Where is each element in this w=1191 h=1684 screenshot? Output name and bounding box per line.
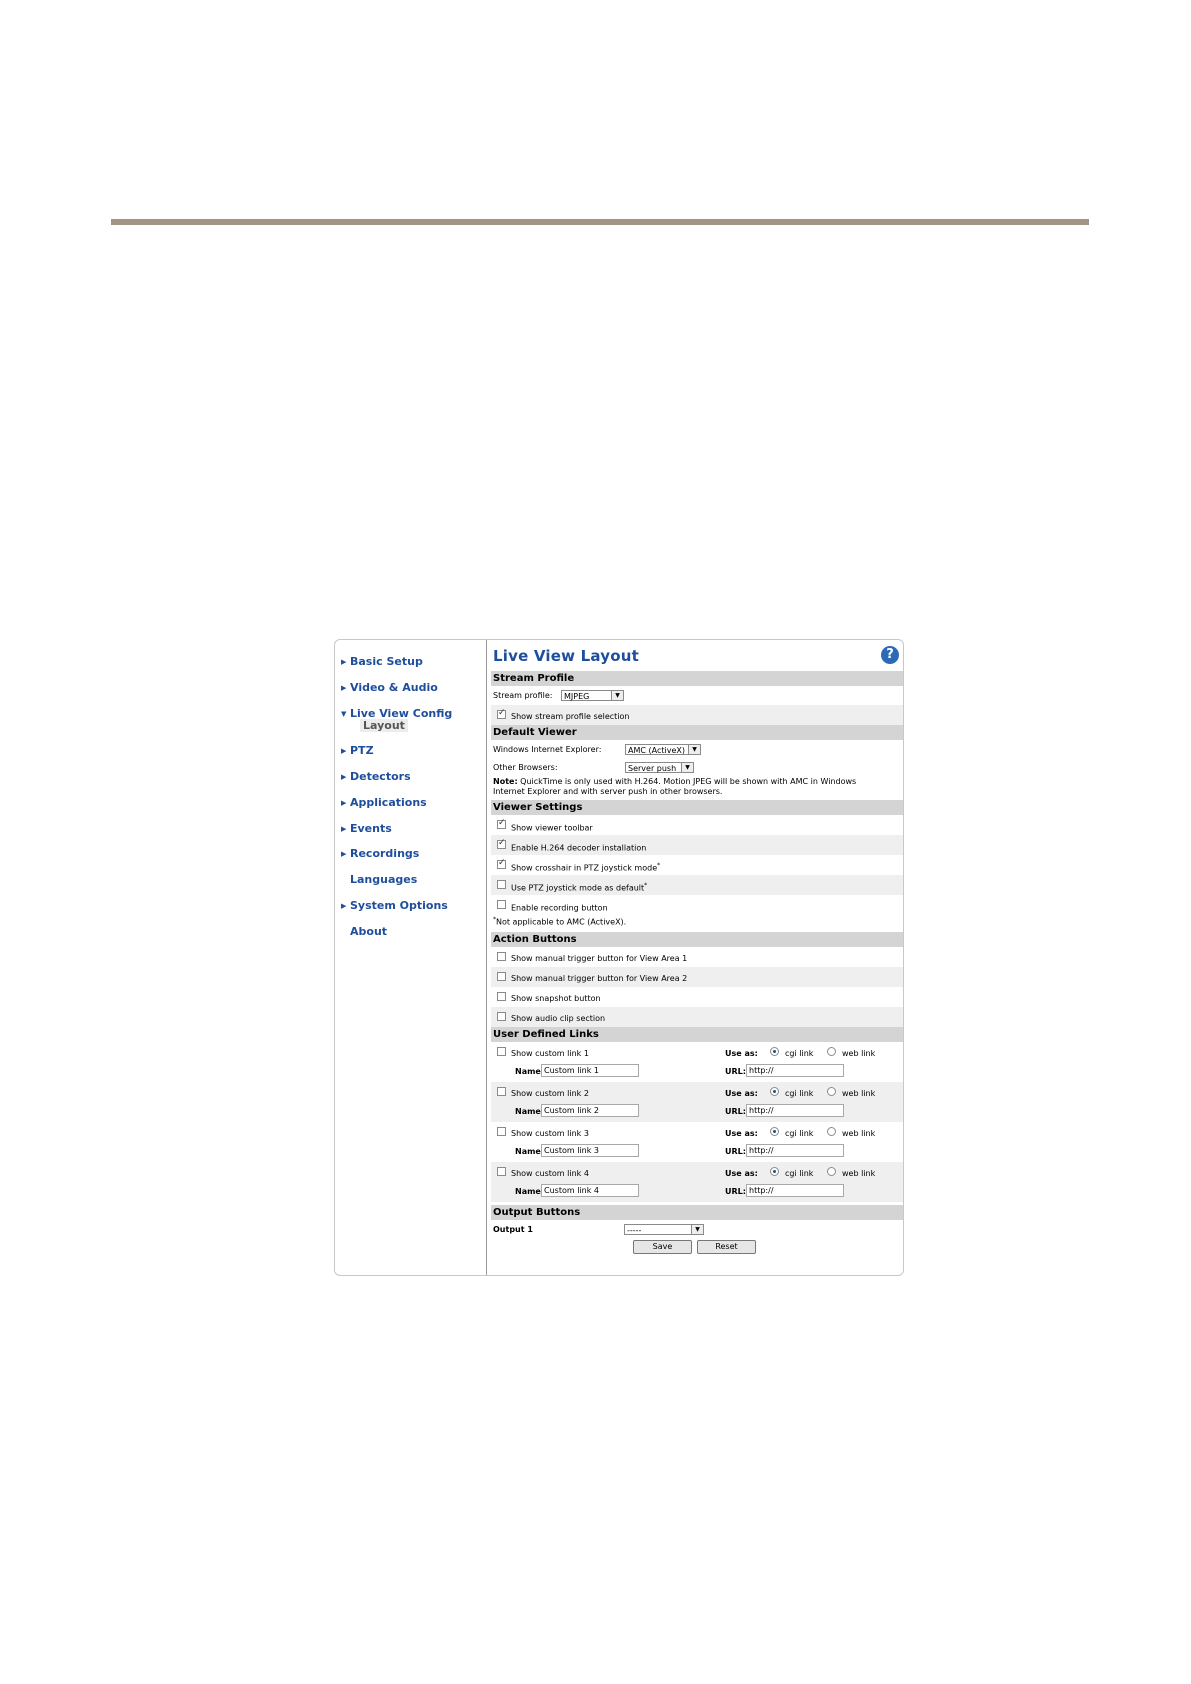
show-profile-selection-label: Show stream profile selection: [511, 712, 630, 721]
chevron-right-icon: ▶: [341, 902, 347, 910]
custom-link-checkbox[interactable]: [497, 1127, 506, 1136]
stream-profile-label: Stream profile:: [493, 691, 553, 700]
custom-link-url-input[interactable]: http://: [746, 1064, 844, 1077]
custom-link-url-input[interactable]: http://: [746, 1144, 844, 1157]
ie-viewer-select[interactable]: AMC (ActiveX) ▼: [625, 744, 701, 755]
stream-profile-row: Stream profile: MJPEG ▼: [491, 686, 903, 705]
viewer-setting-row: Show viewer toolbar: [491, 815, 903, 835]
custom-link-name-input[interactable]: Custom link 2: [541, 1104, 639, 1117]
nav-ptz[interactable]: ▶ PTZ: [341, 744, 374, 757]
section-header-user-links: User Defined Links: [491, 1027, 903, 1042]
joystick-default-checkbox[interactable]: [497, 880, 506, 889]
sidebar-nav: ▶ Basic Setup ▶ Video & Audio ▼ Live View C…: [335, 640, 487, 1275]
show-profile-selection-row: Show stream profile selection: [491, 705, 903, 725]
nav-about[interactable]: About: [350, 925, 387, 938]
action-button-row: Show snapshot button: [491, 987, 903, 1007]
reset-button[interactable]: Reset: [697, 1240, 756, 1254]
viewer-setting-row: Use PTZ joystick mode as default*: [491, 875, 903, 895]
stream-profile-select[interactable]: MJPEG ▼: [561, 690, 624, 701]
viewer-setting-row: Show crosshair in PTZ joystick mode*: [491, 855, 903, 875]
chevron-right-icon: ▶: [341, 799, 347, 807]
crosshair-checkbox[interactable]: [497, 858, 506, 869]
web-link-radio[interactable]: [827, 1127, 836, 1136]
cgi-link-radio[interactable]: [770, 1127, 779, 1136]
action-button-row: Show manual trigger button for View Area…: [491, 967, 903, 987]
nav-basic-setup[interactable]: ▶ Basic Setup: [341, 655, 423, 668]
save-button[interactable]: Save: [633, 1240, 692, 1254]
output-row: Output 1 ----- ▼: [491, 1220, 903, 1238]
page-title: Live View Layout: [493, 647, 639, 665]
section-header-stream-profile: Stream Profile: [491, 671, 903, 686]
custom-link-block: Show custom link 2 Use as: cgi link web …: [491, 1082, 903, 1122]
audio-clip-checkbox[interactable]: [497, 1012, 506, 1021]
custom-link-url-input[interactable]: http://: [746, 1184, 844, 1197]
screenshot-frame: ▶ Basic Setup ▶ Video & Audio ▼ Live View C…: [334, 639, 904, 1276]
nav-events[interactable]: ▶ Events: [341, 822, 392, 835]
trigger-area2-checkbox[interactable]: [497, 972, 506, 981]
section-header-output-buttons: Output Buttons: [491, 1205, 903, 1220]
chevron-right-icon: ▶: [341, 658, 347, 666]
action-button-row: Show manual trigger button for View Area…: [491, 947, 903, 967]
snapshot-button-checkbox[interactable]: [497, 992, 506, 1001]
chevron-right-icon: ▶: [341, 773, 347, 781]
nav-languages[interactable]: Languages: [350, 873, 417, 886]
section-header-viewer-settings: Viewer Settings: [491, 800, 903, 815]
h264-decoder-checkbox[interactable]: [497, 838, 506, 849]
custom-link-url-input[interactable]: http://: [746, 1104, 844, 1117]
ie-viewer-label: Windows Internet Explorer:: [493, 745, 602, 754]
custom-link-block: Show custom link 3 Use as: cgi link web …: [491, 1122, 903, 1162]
cgi-link-radio[interactable]: [770, 1047, 779, 1056]
other-browsers-row: Other Browsers: Server push ▼: [491, 758, 903, 776]
nav-recordings[interactable]: ▶ Recordings: [341, 847, 419, 860]
viewer-footnote: *Not applicable to AMC (ActiveX).: [493, 916, 627, 927]
cgi-link-radio[interactable]: [770, 1167, 779, 1176]
chevron-right-icon: ▶: [341, 747, 347, 755]
custom-link-checkbox[interactable]: [497, 1167, 506, 1176]
nav-detectors[interactable]: ▶ Detectors: [341, 770, 411, 783]
viewer-setting-row: Enable H.264 decoder installation: [491, 835, 903, 855]
dropdown-arrow-icon: ▼: [688, 745, 700, 754]
chevron-right-icon: ▶: [341, 850, 347, 858]
web-link-radio[interactable]: [827, 1047, 836, 1056]
chevron-down-icon: ▼: [341, 710, 347, 718]
output-select[interactable]: ----- ▼: [624, 1224, 704, 1235]
custom-link-checkbox[interactable]: [497, 1047, 506, 1056]
help-icon[interactable]: ?: [881, 646, 899, 664]
chevron-right-icon: ▶: [341, 684, 347, 692]
show-toolbar-checkbox[interactable]: [497, 818, 506, 829]
viewer-setting-row: Enable recording button: [491, 895, 903, 915]
custom-link-block: Show custom link 1 Use as: cgi link web …: [491, 1042, 903, 1082]
custom-link-checkbox[interactable]: [497, 1087, 506, 1096]
nav-applications[interactable]: ▶ Applications: [341, 796, 427, 809]
page-divider-rule: [111, 219, 1089, 225]
action-button-row: Show audio clip section: [491, 1007, 903, 1027]
main-panel: Live View Layout ? Stream Profile Stream…: [487, 640, 903, 1275]
cgi-link-radio[interactable]: [770, 1087, 779, 1096]
web-link-radio[interactable]: [827, 1087, 836, 1096]
custom-link-block: Show custom link 4 Use as: cgi link web …: [491, 1162, 903, 1202]
custom-link-name-input[interactable]: Custom link 3: [541, 1144, 639, 1157]
dropdown-arrow-icon: ▼: [681, 763, 693, 772]
other-browsers-select[interactable]: Server push ▼: [625, 762, 694, 773]
recording-button-checkbox[interactable]: [497, 900, 506, 909]
nav-sub-layout[interactable]: Layout: [360, 719, 408, 732]
dropdown-arrow-icon: ▼: [611, 691, 623, 700]
nav-system-options[interactable]: ▶ System Options: [341, 899, 448, 912]
nav-video-audio[interactable]: ▶ Video & Audio: [341, 681, 438, 694]
show-profile-selection-checkbox[interactable]: [497, 708, 506, 719]
web-link-radio[interactable]: [827, 1167, 836, 1176]
other-browsers-label: Other Browsers:: [493, 763, 558, 772]
trigger-area1-checkbox[interactable]: [497, 952, 506, 961]
ie-viewer-row: Windows Internet Explorer: AMC (ActiveX)…: [491, 740, 903, 758]
viewer-note: Note: QuickTime is only used with H.264.…: [493, 777, 857, 796]
custom-link-name-input[interactable]: Custom link 1: [541, 1064, 639, 1077]
section-header-default-viewer: Default Viewer: [491, 725, 903, 740]
custom-link-name-input[interactable]: Custom link 4: [541, 1184, 639, 1197]
dropdown-arrow-icon: ▼: [691, 1225, 703, 1234]
chevron-right-icon: ▶: [341, 825, 347, 833]
section-header-action-buttons: Action Buttons: [491, 932, 903, 947]
